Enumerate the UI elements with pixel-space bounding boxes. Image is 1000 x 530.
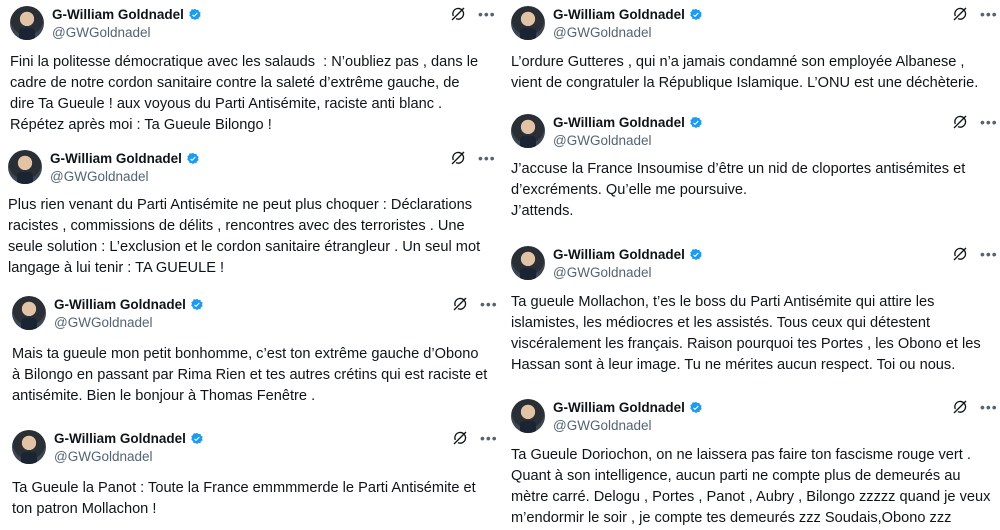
author-handle[interactable]: @GWGoldnadel (553, 418, 652, 433)
more-icon[interactable]: ••• (478, 7, 496, 21)
avatar[interactable] (511, 6, 545, 40)
tweet-card[interactable]: G-William Goldnadel @GWGoldnadel ••• Mai… (12, 296, 497, 411)
grok-icon[interactable] (450, 150, 466, 166)
tweet-text: Ta Gueule la Panot : Toute la France emm… (12, 480, 476, 517)
grok-icon[interactable] (952, 6, 968, 22)
author-handle[interactable]: @GWGoldnadel (52, 25, 151, 40)
author-name[interactable]: G-William Goldnadel (52, 7, 184, 22)
tweet-text: Ta gueule Mollachon, t’es le boss du Par… (511, 294, 981, 373)
author-name[interactable]: G-William Goldnadel (553, 115, 685, 130)
author-name[interactable]: G-William Goldnadel (553, 400, 685, 415)
grok-icon[interactable] (952, 399, 968, 415)
verified-badge-icon (690, 8, 702, 20)
grok-icon[interactable] (452, 430, 468, 446)
author-name[interactable]: G-William Goldnadel (50, 151, 182, 166)
author-name[interactable]: G-William Goldnadel (54, 431, 186, 446)
author-handle[interactable]: @GWGoldnadel (50, 169, 149, 184)
author-name[interactable]: G-William Goldnadel (553, 7, 685, 22)
author-handle[interactable]: @GWGoldnadel (54, 315, 153, 330)
more-icon[interactable]: ••• (980, 7, 998, 21)
tweet-text: J’accuse la France Insoumise d’être un n… (511, 161, 966, 219)
avatar[interactable] (8, 150, 42, 184)
more-icon[interactable]: ••• (980, 400, 998, 414)
tweet-card[interactable]: G-William Goldnadel @GWGoldnadel ••• Ta … (12, 430, 497, 525)
more-icon[interactable]: ••• (478, 151, 496, 165)
verified-badge-icon (187, 152, 199, 164)
more-icon[interactable]: ••• (980, 115, 998, 129)
author-name[interactable]: G-William Goldnadel (553, 247, 685, 262)
grok-icon[interactable] (952, 114, 968, 130)
tweet-text: Fini la politesse démocratique avec les … (10, 54, 479, 133)
grok-icon[interactable] (452, 296, 468, 312)
tweet-card[interactable]: G-William Goldnadel @GWGoldnadel ••• L’o… (511, 6, 997, 98)
tweet-text: Plus rien venant du Parti Antisémite ne … (8, 197, 481, 276)
author-handle[interactable]: @GWGoldnadel (553, 25, 652, 40)
author-name[interactable]: G-William Goldnadel (54, 297, 186, 312)
avatar[interactable] (511, 246, 545, 280)
avatar[interactable] (511, 399, 545, 433)
verified-badge-icon (191, 432, 203, 444)
tweet-card[interactable]: G-William Goldnadel @GWGoldnadel ••• J’a… (511, 114, 997, 226)
avatar[interactable] (511, 114, 545, 148)
avatar[interactable] (12, 296, 46, 330)
tweet-text: Mais ta gueule mon petit bonhomme, c’est… (12, 346, 488, 404)
verified-badge-icon (690, 248, 702, 260)
grok-icon[interactable] (952, 246, 968, 262)
tweet-text: Ta Gueule Doriochon, on ne laissera pas … (511, 447, 991, 526)
tweet-card[interactable]: G-William Goldnadel @GWGoldnadel ••• Fin… (10, 6, 495, 141)
author-handle[interactable]: @GWGoldnadel (553, 265, 652, 280)
more-icon[interactable]: ••• (480, 431, 498, 445)
more-icon[interactable]: ••• (480, 297, 498, 311)
verified-badge-icon (690, 116, 702, 128)
more-icon[interactable]: ••• (980, 247, 998, 261)
author-handle[interactable]: @GWGoldnadel (553, 133, 652, 148)
avatar[interactable] (10, 6, 44, 40)
tweet-card[interactable]: G-William Goldnadel @GWGoldnadel ••• Ta … (511, 399, 997, 527)
avatar[interactable] (12, 430, 46, 464)
verified-badge-icon (690, 401, 702, 413)
tweet-card[interactable]: G-William Goldnadel @GWGoldnadel ••• Plu… (8, 150, 495, 285)
tweet-text: L’ordure Gutteres , qui n’a jamais conda… (511, 54, 979, 91)
author-handle[interactable]: @GWGoldnadel (54, 449, 153, 464)
tweet-card[interactable]: G-William Goldnadel @GWGoldnadel ••• Ta … (511, 246, 997, 378)
verified-badge-icon (191, 298, 203, 310)
verified-badge-icon (189, 8, 201, 20)
grok-icon[interactable] (450, 6, 466, 22)
